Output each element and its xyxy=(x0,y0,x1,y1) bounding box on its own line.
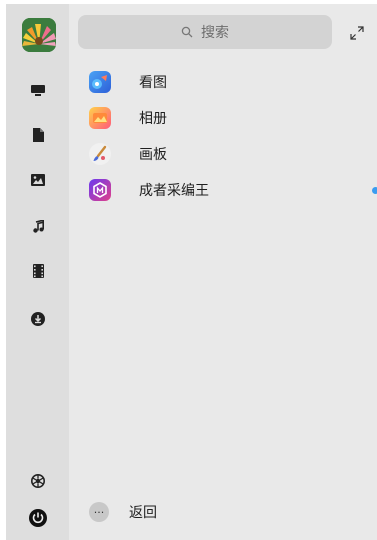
app-label: 画板 xyxy=(139,147,167,163)
launcher-window: 搜索 看图 相册 画板 成者采编王 ··· 返回 xyxy=(6,4,377,540)
download-icon[interactable] xyxy=(27,308,49,330)
app-label: 成者采编王 xyxy=(139,183,209,199)
album-icon xyxy=(89,107,111,129)
app-item-drawing-board[interactable]: 画板 xyxy=(89,136,377,172)
app-list: 看图 相册 画板 成者采编王 xyxy=(89,64,377,208)
paint-brush-icon xyxy=(89,143,111,165)
settings-icon[interactable] xyxy=(27,470,49,492)
editor-app-icon xyxy=(89,179,111,201)
back-label: 返回 xyxy=(129,505,157,521)
image-viewer-icon xyxy=(89,71,111,93)
app-item-image-viewer[interactable]: 看图 xyxy=(89,64,377,100)
avatar-image xyxy=(22,18,56,52)
expand-icon[interactable] xyxy=(347,23,367,43)
more-icon: ··· xyxy=(89,502,109,522)
sidebar xyxy=(6,4,69,540)
user-avatar[interactable] xyxy=(22,18,56,52)
search-placeholder: 搜索 xyxy=(201,25,229,41)
back-button[interactable]: ··· 返回 xyxy=(89,500,157,524)
search-input[interactable]: 搜索 xyxy=(78,15,332,49)
new-indicator-dot xyxy=(372,187,377,194)
search-icon xyxy=(181,26,193,38)
app-label: 相册 xyxy=(139,111,167,127)
image-icon[interactable] xyxy=(27,169,49,191)
app-item-editor[interactable]: 成者采编王 xyxy=(89,172,377,208)
power-icon[interactable] xyxy=(27,507,49,529)
main-panel: 搜索 看图 相册 画板 成者采编王 ··· 返回 xyxy=(69,4,377,540)
computer-icon[interactable] xyxy=(27,80,49,102)
app-item-album[interactable]: 相册 xyxy=(89,100,377,136)
music-note-icon[interactable] xyxy=(27,215,49,237)
film-icon[interactable] xyxy=(27,260,49,282)
app-label: 看图 xyxy=(139,75,167,91)
document-icon[interactable] xyxy=(27,124,49,146)
